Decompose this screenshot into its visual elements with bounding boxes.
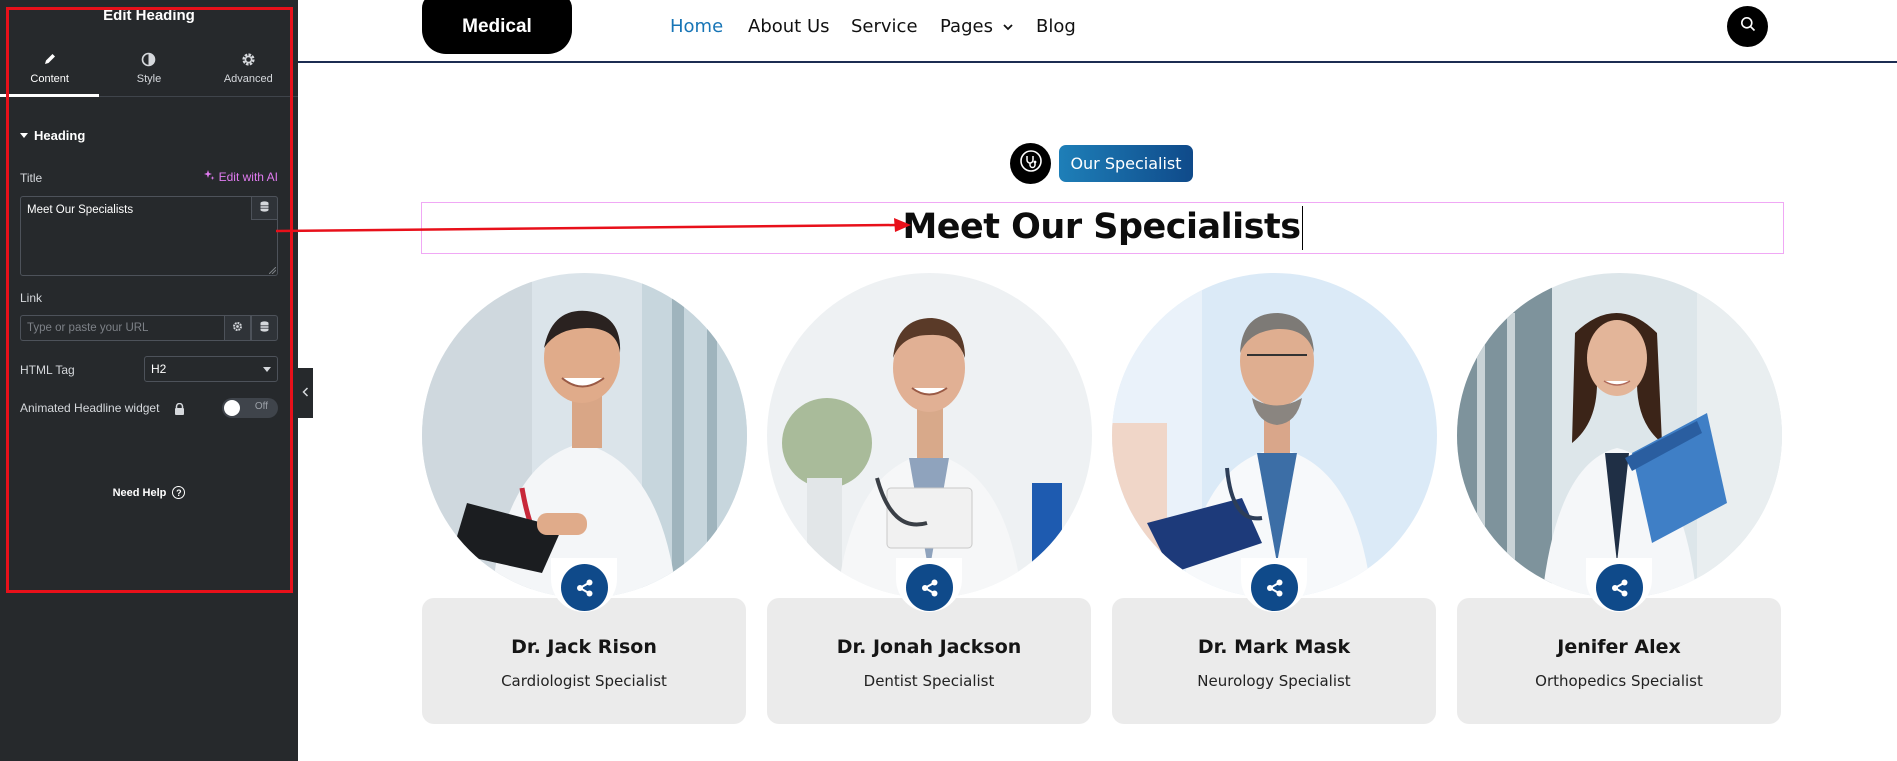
need-help-label: Need Help bbox=[112, 486, 167, 499]
doctor-photo bbox=[422, 273, 747, 598]
doctor-photo bbox=[1112, 273, 1437, 598]
pencil-icon bbox=[42, 51, 58, 67]
caret-down-icon bbox=[20, 133, 28, 138]
doctor-card: Dr. Mark Mask Neurology Specialist bbox=[1112, 598, 1436, 724]
share-button[interactable] bbox=[1251, 564, 1298, 611]
database-icon bbox=[260, 199, 269, 217]
share-button[interactable] bbox=[561, 564, 608, 611]
doctor-role: Cardiologist Specialist bbox=[501, 672, 667, 690]
nav-blog[interactable]: Blog bbox=[1036, 16, 1076, 37]
chevron-down-icon bbox=[1003, 23, 1013, 30]
nav-about-us[interactable]: About Us bbox=[748, 16, 830, 37]
lock-icon bbox=[174, 402, 185, 420]
editor-panel: Edit Heading Content Style Advanced Head… bbox=[0, 0, 298, 761]
share-icon bbox=[1611, 579, 1627, 596]
nav-home[interactable]: Home bbox=[670, 16, 723, 37]
toggle-knob bbox=[224, 400, 240, 416]
stethoscope-badge bbox=[1010, 143, 1051, 184]
search-icon bbox=[1740, 16, 1756, 37]
annotation-arrow bbox=[276, 218, 911, 233]
nav-pages-label: Pages bbox=[940, 16, 993, 37]
nav-pages[interactable]: Pages bbox=[940, 16, 1013, 37]
doctor-name: Dr. Jonah Jackson bbox=[836, 636, 1022, 658]
doctor-role: Dentist Specialist bbox=[863, 672, 995, 690]
link-url-input[interactable] bbox=[20, 315, 224, 341]
tab-advanced[interactable]: Advanced bbox=[199, 40, 298, 96]
stethoscope-icon bbox=[1019, 149, 1043, 178]
share-icon bbox=[921, 579, 937, 596]
title-label: Title bbox=[20, 171, 43, 185]
doctor-photo bbox=[1457, 273, 1782, 598]
link-dynamic-tags-button[interactable] bbox=[251, 315, 278, 341]
panel-tabs: Content Style Advanced bbox=[0, 40, 298, 97]
doctor-card: Dr. Jack Rison Cardiologist Specialist bbox=[422, 598, 746, 724]
search-button[interactable] bbox=[1727, 6, 1768, 47]
html-tag-label: HTML Tag bbox=[20, 363, 75, 377]
section-heading: Meet Our Specialists bbox=[902, 206, 1303, 250]
animated-headline-label: Animated Headline widget bbox=[20, 401, 160, 415]
sparkle-icon bbox=[203, 170, 215, 184]
animated-headline-toggle[interactable]: Off bbox=[222, 398, 278, 418]
collapse-panel-button[interactable] bbox=[298, 368, 313, 418]
share-button[interactable] bbox=[1596, 564, 1643, 611]
tab-advanced-label: Advanced bbox=[223, 73, 273, 85]
gear-icon bbox=[240, 51, 256, 67]
edit-with-ai-label: Edit with AI bbox=[218, 170, 278, 184]
database-icon bbox=[260, 319, 269, 337]
question-icon: ? bbox=[172, 486, 186, 499]
resize-handle-icon[interactable] bbox=[269, 267, 276, 274]
doctor-card: Dr. Jonah Jackson Dentist Specialist bbox=[767, 598, 1091, 724]
link-options-button[interactable] bbox=[224, 315, 251, 341]
tab-style-label: Style bbox=[136, 73, 162, 85]
panel-title: Edit Heading bbox=[103, 7, 195, 24]
dynamic-tags-button[interactable] bbox=[251, 196, 278, 220]
contrast-icon bbox=[141, 51, 157, 67]
toggle-state-label: Off bbox=[254, 401, 268, 412]
need-help-link[interactable]: Need Help ? bbox=[0, 486, 298, 499]
link-label: Link bbox=[20, 291, 43, 305]
section-badge: Our Specialist bbox=[1059, 145, 1193, 182]
title-textarea[interactable]: Meet Our Specialists bbox=[20, 196, 278, 276]
doctor-photo bbox=[767, 273, 1092, 598]
tab-style[interactable]: Style bbox=[99, 40, 198, 96]
doctor-name: Jenifer Alex bbox=[1557, 636, 1681, 658]
doctor-name: Dr. Mark Mask bbox=[1197, 636, 1351, 658]
tab-content-label: Content bbox=[30, 73, 69, 85]
site-logo[interactable]: Medical bbox=[422, 0, 572, 54]
doctor-role: Orthopedics Specialist bbox=[1535, 672, 1703, 690]
tab-content[interactable]: Content bbox=[0, 40, 100, 97]
edit-with-ai-link[interactable]: Edit with AI bbox=[203, 170, 278, 184]
share-button[interactable] bbox=[906, 564, 953, 611]
section-heading-label: Heading bbox=[34, 128, 86, 143]
heading-text: Meet Our Specialists bbox=[902, 207, 1301, 247]
html-tag-value: H2 bbox=[151, 362, 167, 376]
section-heading-toggle[interactable]: Heading bbox=[20, 128, 85, 143]
html-tag-select[interactable]: H2 bbox=[144, 356, 278, 382]
share-icon bbox=[1266, 579, 1282, 596]
doctor-card: Jenifer Alex Orthopedics Specialist bbox=[1457, 598, 1781, 724]
text-cursor bbox=[1301, 206, 1303, 250]
chevron-down-icon bbox=[263, 366, 271, 372]
chevron-left-icon bbox=[302, 384, 309, 402]
share-icon bbox=[576, 579, 592, 596]
gear-icon bbox=[232, 319, 243, 337]
doctor-role: Neurology Specialist bbox=[1197, 672, 1351, 690]
nav-service[interactable]: Service bbox=[851, 16, 918, 37]
doctor-name: Dr. Jack Rison bbox=[511, 636, 657, 658]
